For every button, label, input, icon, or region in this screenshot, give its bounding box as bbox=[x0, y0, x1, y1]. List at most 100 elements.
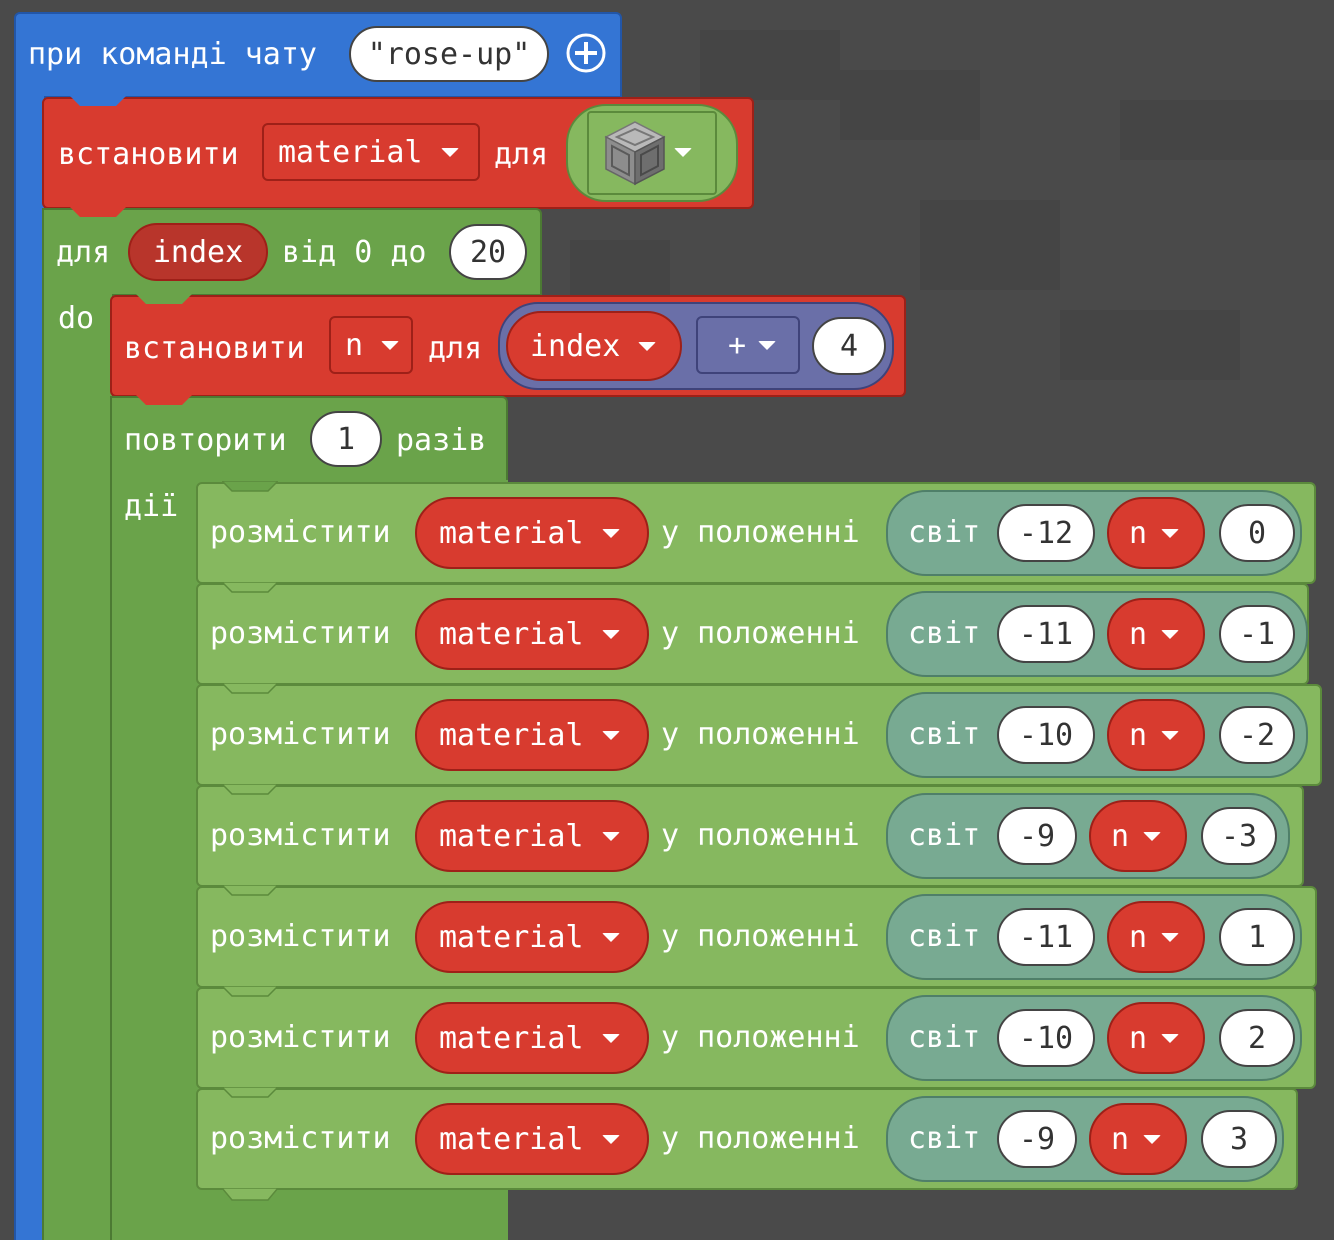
chevron-down-icon bbox=[381, 340, 400, 350]
place-label: розмістити bbox=[210, 616, 391, 651]
chevron-down-icon bbox=[1161, 932, 1180, 942]
block-notch bbox=[136, 294, 192, 304]
x-coordinate-input[interactable]: -11 bbox=[997, 908, 1095, 966]
y-variable-dropdown[interactable]: n bbox=[1089, 800, 1187, 872]
world-label: світ bbox=[908, 1121, 981, 1156]
place-label: розмістити bbox=[210, 717, 391, 752]
block-notch bbox=[70, 207, 126, 217]
chevron-down-icon bbox=[638, 341, 657, 351]
x-coordinate-input[interactable]: -11 bbox=[997, 605, 1095, 663]
world-label: світ bbox=[908, 616, 981, 651]
set-label: встановити bbox=[58, 137, 239, 172]
chevron-down-icon bbox=[601, 730, 620, 740]
y-variable-label: n bbox=[1129, 717, 1148, 753]
material-dropdown[interactable]: material bbox=[415, 1002, 649, 1074]
z-coordinate-input[interactable]: 3 bbox=[1201, 1110, 1277, 1168]
chevron-down-icon bbox=[1161, 730, 1180, 740]
index-variable-dropdown[interactable]: index bbox=[506, 311, 682, 381]
y-variable-label: n bbox=[1111, 1121, 1130, 1157]
chevron-down-icon bbox=[1161, 629, 1180, 639]
command-string-input[interactable]: "rose-up" bbox=[349, 26, 549, 82]
material-variable-dropdown[interactable]: material bbox=[262, 123, 480, 181]
z-coordinate-input[interactable]: 0 bbox=[1219, 504, 1295, 562]
y-variable-dropdown[interactable]: n bbox=[1107, 497, 1205, 569]
chevron-down-icon bbox=[601, 629, 620, 639]
material-dropdown[interactable]: material bbox=[415, 901, 649, 973]
x-coordinate-input[interactable]: -10 bbox=[997, 706, 1095, 764]
y-variable-dropdown[interactable]: n bbox=[1107, 699, 1205, 771]
y-variable-dropdown[interactable]: n bbox=[1107, 1002, 1205, 1074]
x-coordinate-input[interactable]: -9 bbox=[997, 807, 1077, 865]
workspace-tile bbox=[840, 70, 980, 140]
at-position-label: у положенні bbox=[661, 818, 860, 853]
y-variable-dropdown[interactable]: n bbox=[1089, 1103, 1187, 1175]
x-coordinate-input[interactable]: -12 bbox=[997, 504, 1095, 562]
material-dropdown[interactable]: material bbox=[415, 497, 649, 569]
y-variable-label: n bbox=[1129, 515, 1148, 551]
chevron-down-icon bbox=[1161, 1033, 1180, 1043]
for-loop-body-left bbox=[42, 294, 112, 1240]
for-label: для bbox=[494, 137, 549, 172]
chevron-down-icon bbox=[1143, 1134, 1162, 1144]
z-coordinate-input[interactable]: 1 bbox=[1219, 908, 1295, 966]
material-dropdown[interactable]: material bbox=[415, 1103, 649, 1175]
loop-end-input[interactable]: 20 bbox=[449, 224, 527, 280]
z-coordinate-input[interactable]: -1 bbox=[1219, 605, 1295, 663]
index-variable-label: index bbox=[530, 328, 621, 364]
y-variable-label: n bbox=[1111, 818, 1130, 854]
y-variable-dropdown[interactable]: n bbox=[1107, 901, 1205, 973]
material-dropdown[interactable]: material bbox=[415, 598, 649, 670]
repeat-label: повторити bbox=[124, 423, 287, 458]
do-label: do bbox=[58, 301, 95, 336]
chevron-down-icon bbox=[601, 932, 620, 942]
chevron-down-icon bbox=[601, 831, 620, 841]
material-label: material bbox=[439, 919, 584, 955]
x-coordinate-input[interactable]: -10 bbox=[997, 1009, 1095, 1067]
chevron-down-icon[interactable] bbox=[674, 148, 692, 157]
at-position-label: у положенні bbox=[661, 717, 860, 752]
times-label: разів bbox=[396, 423, 487, 458]
y-variable-label: n bbox=[1129, 1020, 1148, 1056]
chevron-down-icon bbox=[601, 528, 620, 538]
place-label: розмістити bbox=[210, 515, 391, 550]
workspace-tile bbox=[1060, 310, 1240, 380]
operator-label: + bbox=[728, 327, 747, 363]
event-label: при команді чату bbox=[28, 37, 317, 72]
n-variable-dropdown[interactable]: n bbox=[329, 316, 413, 374]
material-label: material bbox=[439, 818, 584, 854]
z-coordinate-input[interactable]: -2 bbox=[1219, 706, 1295, 764]
chevron-down-icon bbox=[601, 1134, 620, 1144]
world-label: світ bbox=[908, 818, 981, 853]
chevron-down-icon bbox=[758, 340, 777, 350]
chiseled-stone-block-icon bbox=[604, 120, 666, 186]
chevron-down-icon bbox=[440, 147, 459, 157]
at-position-label: у положенні bbox=[661, 515, 860, 550]
operator-dropdown[interactable]: + bbox=[696, 316, 800, 374]
operand-input[interactable]: 4 bbox=[812, 317, 886, 375]
index-variable[interactable]: index bbox=[128, 223, 268, 281]
material-dropdown[interactable]: material bbox=[415, 699, 649, 771]
at-position-label: у положенні bbox=[661, 616, 860, 651]
at-position-label: у положенні bbox=[661, 1020, 860, 1055]
world-label: світ bbox=[908, 717, 981, 752]
n-variable-label: n bbox=[345, 327, 364, 363]
material-label: material bbox=[439, 1020, 584, 1056]
y-variable-dropdown[interactable]: n bbox=[1107, 598, 1205, 670]
world-label: світ bbox=[908, 515, 981, 550]
block-notch bbox=[70, 96, 126, 106]
material-label: material bbox=[439, 717, 584, 753]
material-dropdown[interactable]: material bbox=[415, 800, 649, 872]
event-block-body-left bbox=[14, 96, 44, 1240]
repeat-count-input[interactable]: 1 bbox=[310, 411, 382, 467]
z-coordinate-input[interactable]: 2 bbox=[1219, 1009, 1295, 1067]
z-coordinate-input[interactable]: -3 bbox=[1201, 807, 1277, 865]
plus-circle-icon[interactable] bbox=[566, 33, 606, 73]
block-notch bbox=[222, 683, 278, 694]
world-label: світ bbox=[908, 1020, 981, 1055]
block-notch bbox=[222, 1087, 278, 1098]
x-coordinate-input[interactable]: -9 bbox=[997, 1110, 1077, 1168]
block-notch bbox=[222, 481, 278, 492]
chevron-down-icon bbox=[1161, 528, 1180, 538]
block-notch bbox=[222, 1188, 278, 1201]
place-label: розмістити bbox=[210, 1020, 391, 1055]
